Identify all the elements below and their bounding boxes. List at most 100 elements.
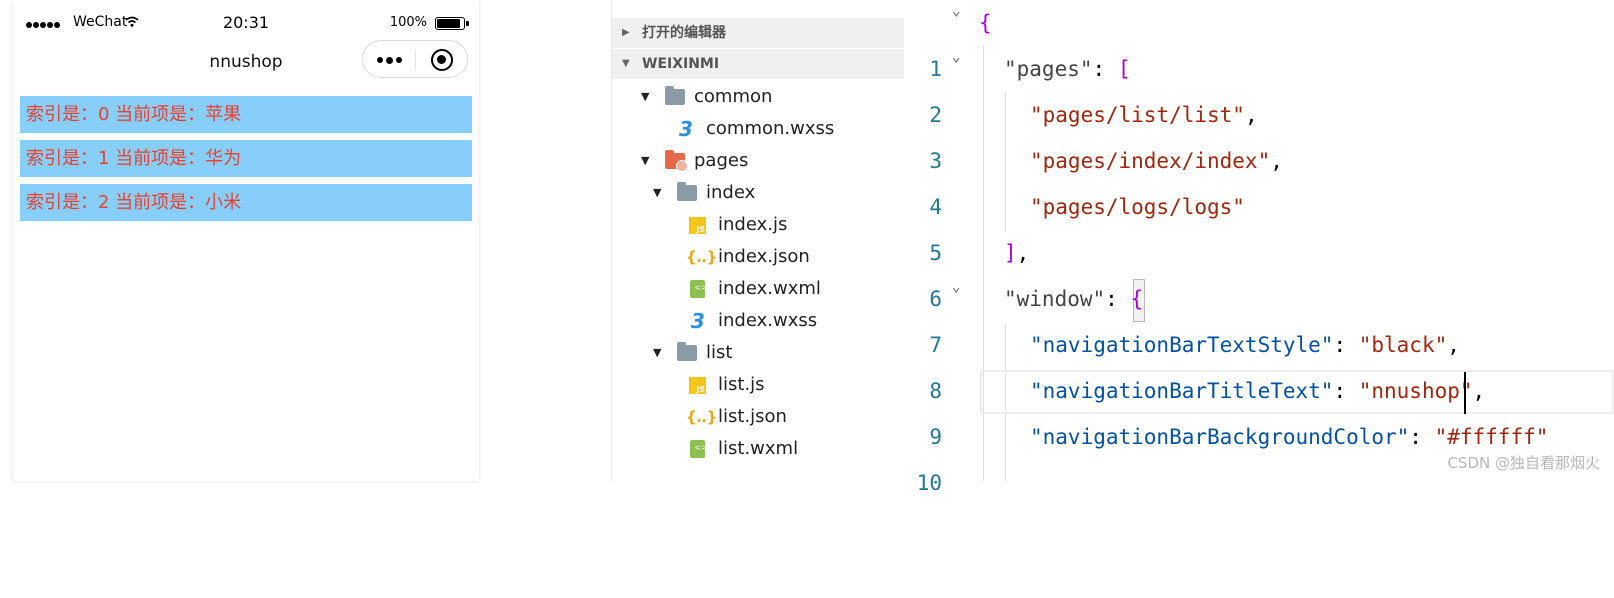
tree-item-label: index.wxml xyxy=(718,278,821,299)
tree-item-label: list.wxml xyxy=(718,438,799,459)
list-item: 索引是：2 当前项是：小米 xyxy=(20,184,472,221)
tree-item-label: common xyxy=(694,86,773,107)
json-string: "pages/list/list" xyxy=(1030,103,1245,127)
tree-item-label: common.wxss xyxy=(706,118,835,139)
colon: : xyxy=(1105,287,1131,311)
tree-item-label: index.js xyxy=(718,214,788,235)
code-line: 5 "pages/logs/logs" xyxy=(904,184,1614,265)
brace: { xyxy=(979,11,992,35)
json-string: "#ffffff" xyxy=(1434,425,1549,449)
list-item: 索引是：0 当前项是：苹果 xyxy=(20,96,472,133)
close-miniprogram-icon[interactable] xyxy=(431,49,453,71)
folder-icon xyxy=(677,342,697,361)
json-key: "navigationBarTitleText" xyxy=(1030,379,1334,403)
json-key: "navigationBarTextStyle" xyxy=(1030,333,1334,357)
code-line: 4 "pages/index/index", xyxy=(904,138,1614,219)
tree-item-label: list xyxy=(706,342,733,363)
tree-file-list-js[interactable]: JS list.js xyxy=(612,369,904,401)
line-number: 10 xyxy=(916,471,942,495)
watermark: CSDN @独自看那烟火 xyxy=(1447,454,1600,472)
tree-folder-index[interactable]: ▼ index xyxy=(612,177,904,209)
chevron-down-icon: ▼ xyxy=(641,154,650,167)
open-editors-header[interactable]: ▶ 打开的编辑器 xyxy=(612,18,904,48)
tree-item-label: index.wxss xyxy=(718,310,818,331)
wxml-icon: <> xyxy=(690,280,707,298)
tree-item-label: pages xyxy=(694,150,749,171)
status-bar: WeChat 20:31 100% xyxy=(13,8,479,38)
simulator-panel: WeChat 20:31 100% nnushop 索引是：0 当前项是：苹果 … xyxy=(13,0,479,481)
tree-item-label: index.json xyxy=(718,246,810,267)
chevron-down-icon: ▼ xyxy=(653,346,662,359)
fold-chevron-icon[interactable]: ⌄ xyxy=(952,34,960,80)
colon: : xyxy=(1333,333,1359,357)
code-line: 3 "pages/list/list", xyxy=(904,92,1614,173)
comma: , xyxy=(1244,103,1258,127)
colon: : xyxy=(1409,425,1435,449)
code-line: 1 ⌄ { xyxy=(904,0,1614,81)
tree-file-index-wxss[interactable]: 3 index.wxss xyxy=(612,305,904,337)
text-cursor xyxy=(1464,372,1466,414)
comma: , xyxy=(1472,379,1486,403)
tree-file-list-json[interactable]: {‥} list.json xyxy=(612,401,904,433)
bracket: ] xyxy=(1004,241,1017,265)
tree-file-index-wxml[interactable]: <> index.wxml xyxy=(612,273,904,305)
capsule-divider xyxy=(415,50,416,70)
tree-item-label: index xyxy=(706,182,756,203)
tree-file-list-wxml[interactable]: <> list.wxml xyxy=(612,433,904,465)
wxss-icon: 3 xyxy=(679,117,693,141)
colon: : xyxy=(1092,57,1118,81)
code-editor[interactable]: 1 ⌄ { 2 ⌄ "pages": [ 3 "pages/list/list"… xyxy=(904,0,1614,495)
chevron-down-icon: ▼ xyxy=(622,58,630,69)
folder-icon xyxy=(677,182,697,201)
comma: , xyxy=(1016,241,1030,265)
more-icon[interactable] xyxy=(375,51,405,69)
tree-file-index-js[interactable]: JS index.js xyxy=(612,209,904,241)
fold-chevron-icon[interactable]: ⌄ xyxy=(952,264,960,310)
tree-folder-common[interactable]: ▼ common xyxy=(612,81,904,113)
section-label: WEIXINMI xyxy=(642,56,720,72)
brace: { xyxy=(1130,287,1144,311)
colon: : xyxy=(1333,379,1359,403)
pages-folder-icon xyxy=(665,150,688,172)
json-key: "pages" xyxy=(1004,57,1093,81)
file-explorer: ▶ 打开的编辑器 ▼ WEIXINMI ▼ common 3 common.wx… xyxy=(611,0,905,481)
js-icon: JS xyxy=(689,377,706,394)
js-icon: JS xyxy=(689,217,706,234)
battery-percent: 100% xyxy=(389,15,427,30)
tree-file-common-wxss[interactable]: 3 common.wxss xyxy=(612,113,904,145)
tree-item-label: list.json xyxy=(718,406,787,427)
json-string: "pages/index/index" xyxy=(1030,149,1271,173)
json-string: "pages/logs/logs" xyxy=(1030,195,1245,219)
tree-folder-pages[interactable]: ▼ pages xyxy=(612,145,904,177)
json-string: "black" xyxy=(1358,333,1448,357)
code-line: 7 ⌄ "window": { xyxy=(904,276,1614,357)
code-line: 9 "navigationBarTitleText": "nnushop", xyxy=(904,368,1614,449)
navigation-bar: nnushop xyxy=(13,38,479,86)
tree-item-label: list.js xyxy=(718,374,765,395)
code-line: 6 ], xyxy=(904,230,1614,311)
json-icon: {‥} xyxy=(686,408,718,426)
wxss-icon: 3 xyxy=(691,309,705,333)
section-label: 打开的编辑器 xyxy=(642,25,726,41)
chevron-down-icon: ▼ xyxy=(653,186,662,199)
chevron-right-icon: ▶ xyxy=(622,27,630,38)
item-list: 索引是：0 当前项是：苹果 索引是：1 当前项是：华为 索引是：2 当前项是：小… xyxy=(20,96,472,228)
wxml-icon: <> xyxy=(690,440,707,458)
menu-capsule xyxy=(362,40,468,78)
code-line: 8 "navigationBarTextStyle": "black", xyxy=(904,322,1614,403)
json-string: "nnushop" xyxy=(1358,379,1473,403)
code-line: 2 ⌄ "pages": [ xyxy=(904,46,1614,127)
battery-icon xyxy=(435,17,469,30)
workspace-header[interactable]: ▼ WEIXINMI xyxy=(612,49,904,79)
comma: , xyxy=(1270,149,1283,173)
comma: , xyxy=(1447,333,1460,357)
json-icon: {‥} xyxy=(686,248,718,266)
list-item: 索引是：1 当前项是：华为 xyxy=(20,140,472,177)
tree-folder-list[interactable]: ▼ list xyxy=(612,337,904,369)
bracket: [ xyxy=(1117,57,1131,81)
json-key: "window" xyxy=(1004,287,1106,311)
folder-icon xyxy=(665,86,685,105)
tree-file-index-json[interactable]: {‥} index.json xyxy=(612,241,904,273)
fold-chevron-icon[interactable]: ⌄ xyxy=(952,0,960,34)
chevron-down-icon: ▼ xyxy=(641,90,650,103)
